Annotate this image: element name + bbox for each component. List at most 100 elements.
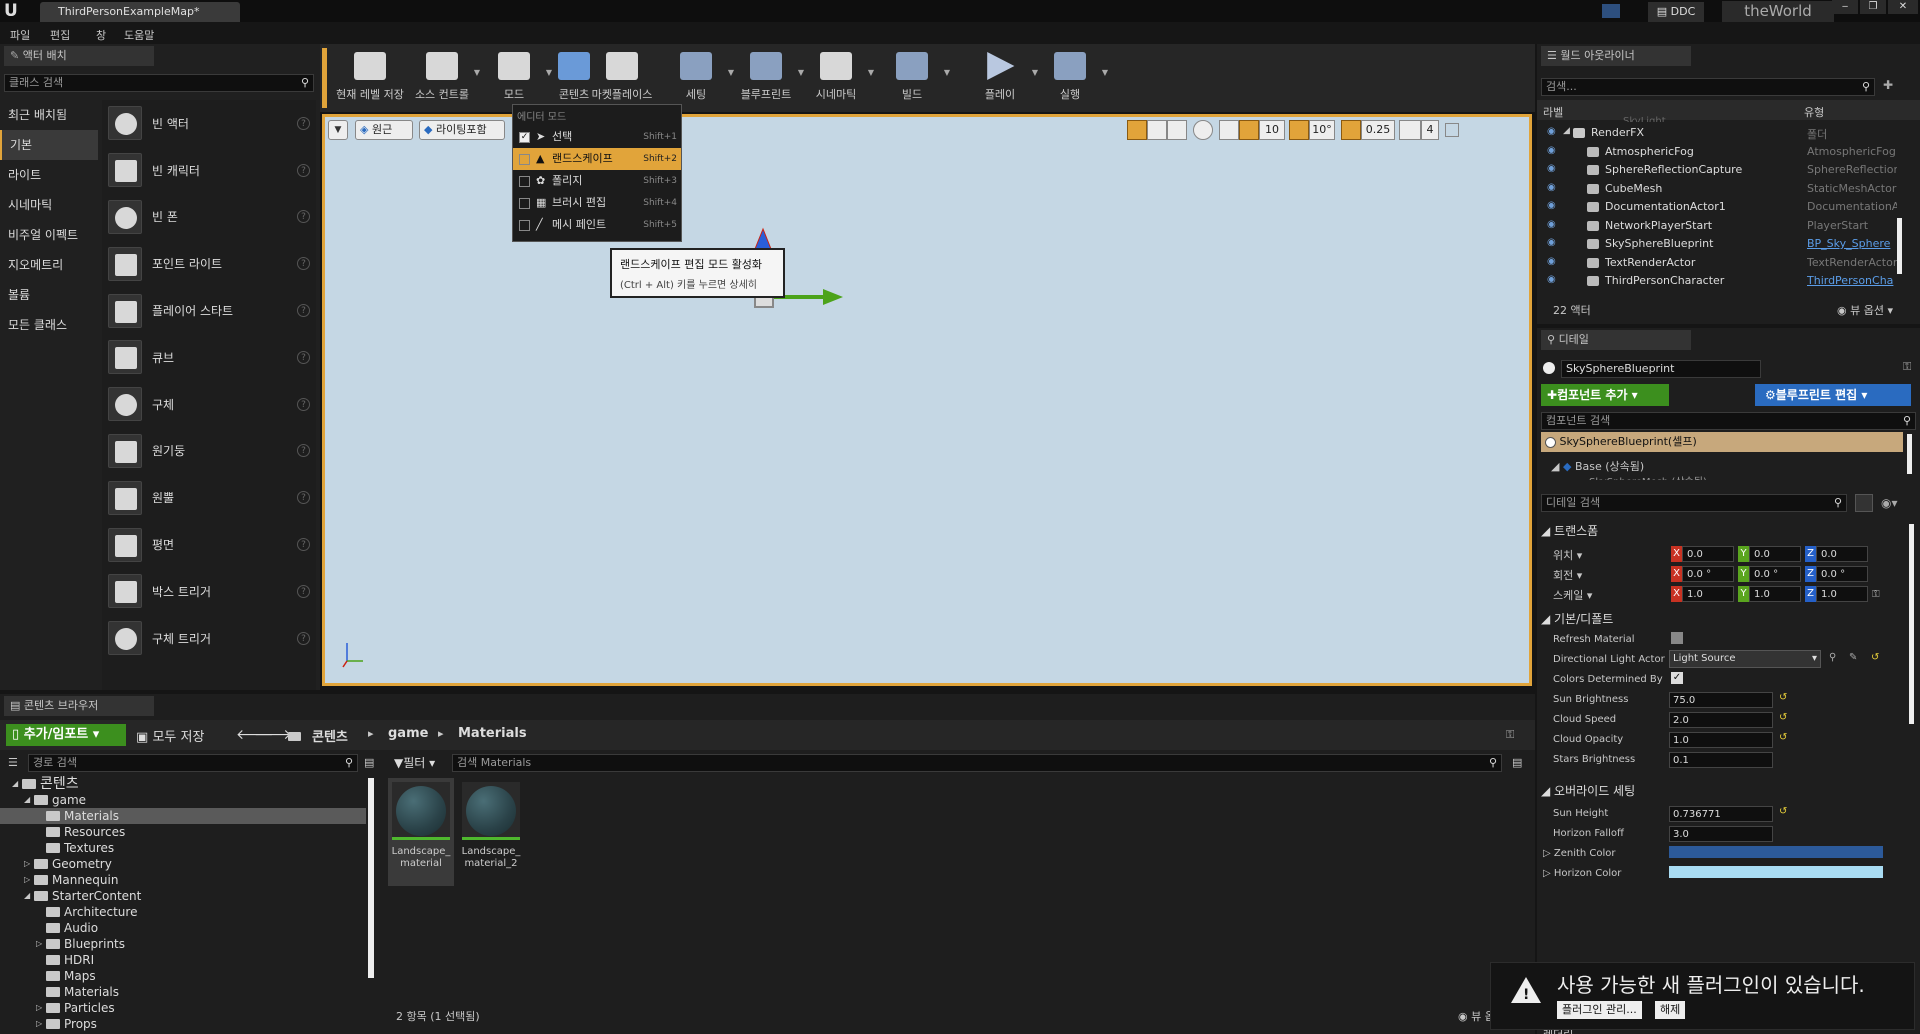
mode-checkbox[interactable] — [519, 197, 530, 209]
menu-help[interactable]: 도움말 — [124, 27, 154, 43]
actor-item[interactable]: 박스 트리거? — [102, 568, 316, 615]
location-z-field[interactable]: 0.0 — [1816, 546, 1868, 562]
outliner-view-options[interactable]: ◉ 뷰 옵션 ▾ — [1837, 302, 1893, 318]
folder-tree-item[interactable]: Textures — [0, 840, 366, 856]
scale-lock-icon[interactable]: ⚿ — [1872, 589, 1880, 600]
actor-name-field[interactable]: SkySphereBlueprint — [1561, 360, 1761, 378]
browse-icon[interactable]: ⚲ — [1829, 652, 1836, 663]
forward-arrow-icon[interactable]: 🡒 — [254, 726, 292, 743]
horizon-color-label[interactable]: ▷ Horizon Color — [1543, 868, 1621, 879]
world-space-icon[interactable] — [1193, 120, 1213, 140]
chevron-down-icon[interactable]: ▼ — [868, 68, 874, 77]
menu-file[interactable]: 파일 — [10, 27, 30, 43]
lit-button[interactable]: ◆ 라이팅포함 — [419, 120, 505, 140]
rotation-label[interactable]: 회전 ▾ — [1553, 567, 1582, 583]
component-scrollbar[interactable] — [1907, 434, 1912, 474]
chevron-down-icon[interactable]: ▼ — [474, 68, 480, 77]
dismiss-button[interactable]: 해제 — [1655, 1001, 1686, 1019]
reset-icon[interactable]: ↺ — [1779, 712, 1787, 723]
camera-speed-value[interactable]: 4 — [1421, 120, 1439, 140]
cinematics-button[interactable]: 시네마틱 ▼ — [804, 44, 874, 112]
breadcrumb-content[interactable]: 콘텐츠 — [312, 726, 348, 745]
scale-snap-value[interactable]: 0.25 — [1361, 120, 1395, 140]
rotate-tool-icon[interactable] — [1147, 120, 1167, 140]
reset-icon[interactable]: ↺ — [1871, 652, 1879, 663]
manage-plugins-button[interactable]: 플러그인 관리... — [1557, 1001, 1642, 1019]
component-base-row[interactable]: ◢ ◆ Base (상속됨) — [1551, 458, 1644, 474]
blueprints-button[interactable]: 블루프린트 ▼ — [734, 44, 804, 112]
actor-item[interactable]: 구체? — [102, 381, 316, 428]
expand-arrow-icon[interactable]: ▷ — [36, 936, 42, 952]
expand-arrow-icon[interactable]: ◢ — [24, 888, 30, 904]
help-icon[interactable]: ? — [297, 538, 310, 552]
chevron-down-icon[interactable]: ▼ — [1102, 68, 1108, 77]
rotation-z-field[interactable]: 0.0 ° — [1816, 566, 1868, 582]
expand-arrow-icon[interactable]: ▷ — [24, 872, 30, 888]
marketplace-button[interactable]: 마켓플레이스 — [590, 44, 654, 112]
build-button[interactable]: 빌드 ▼ — [880, 44, 950, 112]
reset-icon[interactable]: ↺ — [1779, 806, 1787, 817]
actor-category-item[interactable]: 최근 배치됨 — [0, 100, 98, 130]
outliner-row[interactable]: ◉ TextRenderActor TextRenderActor — [1537, 254, 1920, 273]
scale-x-field[interactable]: 1.0 — [1682, 586, 1734, 602]
menu-edit[interactable]: 편집 — [50, 27, 70, 43]
folder-tree-item[interactable]: HDRI — [0, 952, 366, 968]
path-search-input[interactable]: 경로 검색 ⚲ — [28, 754, 358, 772]
bookmark-icon[interactable] — [1602, 4, 1620, 18]
expand-arrow-icon[interactable]: ◢ — [12, 776, 18, 792]
outliner-row[interactable]: ◉ DocumentationActor1 DocumentationAc — [1537, 198, 1920, 217]
folder-tree-item[interactable]: ◢ StarterContent — [0, 888, 366, 904]
scale-y-field[interactable]: 1.0 — [1749, 586, 1801, 602]
help-icon[interactable]: ? — [297, 163, 310, 177]
mode-item[interactable]: ╱ 메시 페인트 Shift+5 — [513, 214, 681, 236]
asset-tile[interactable]: Landscape_ material — [388, 778, 454, 886]
help-icon[interactable]: ? — [297, 444, 310, 458]
location-y-field[interactable]: 0.0 — [1749, 546, 1801, 562]
horizon-falloff-field[interactable]: 3.0 — [1669, 826, 1773, 842]
outliner-row[interactable]: ◢ ◉ RenderFX 폴더 — [1537, 124, 1920, 143]
expand-arrow-icon[interactable]: ◢ — [1563, 126, 1570, 136]
source-control-button[interactable]: 소스 컨트롤 ▼ — [410, 44, 480, 112]
details-scrollbar[interactable] — [1909, 524, 1914, 724]
help-icon[interactable]: ? — [297, 257, 310, 271]
menu-window[interactable]: 창 — [96, 27, 106, 43]
help-icon[interactable]: ? — [297, 116, 310, 130]
actor-category-item[interactable]: 볼륨 — [0, 280, 98, 310]
help-icon[interactable]: ? — [297, 210, 310, 224]
location-x-field[interactable]: 0.0 — [1682, 546, 1734, 562]
mode-checkbox[interactable] — [519, 219, 530, 231]
breadcrumb-materials[interactable]: Materials — [458, 726, 527, 741]
asset-tile[interactable]: Landscape_ material_2 — [458, 778, 524, 886]
actor-category-item[interactable]: 시네마틱 — [0, 190, 98, 220]
visibility-eye-icon[interactable]: ◉ — [1547, 237, 1556, 248]
visibility-eye-icon[interactable]: ◉ — [1547, 219, 1556, 230]
outliner-row[interactable]: ◉ NetworkPlayerStart PlayerStart — [1537, 217, 1920, 236]
launch-button[interactable]: 실행 ▼ — [1038, 44, 1108, 112]
expand-arrow-icon[interactable]: ▷ — [36, 1000, 42, 1016]
breadcrumb-game[interactable]: game — [388, 726, 428, 741]
perspective-button[interactable]: ◈ 원근 — [355, 120, 413, 140]
outliner-row[interactable]: ◉ AtmosphericFog AtmosphericFog — [1537, 143, 1920, 162]
outliner-row[interactable]: ◉ SkySphereBlueprint BP_Sky_Sphere — [1537, 235, 1920, 254]
actor-placement-tab[interactable]: ✎ 액터 배치 — [4, 46, 154, 66]
outliner-add-icon[interactable]: ✚ — [1883, 78, 1899, 94]
level-tab[interactable]: ThirdPersonExampleMap* — [40, 2, 240, 22]
column-type-header[interactable]: 유형 — [1804, 104, 1824, 120]
modes-button[interactable]: 모드 ▼ — [482, 44, 552, 112]
folder-tree-item[interactable]: ◢ game — [0, 792, 366, 808]
actor-category-item[interactable]: 모든 클래스 — [0, 310, 98, 340]
grid-snap-value[interactable]: 10 — [1259, 120, 1285, 140]
actor-item[interactable]: 구체 트리거? — [102, 615, 316, 662]
cloud-speed-field[interactable]: 2.0 — [1669, 712, 1773, 728]
outliner-row-type[interactable]: ThirdPersonCha — [1807, 274, 1897, 287]
refresh-material-checkbox[interactable] — [1671, 632, 1683, 644]
folder-tree-item[interactable]: Architecture — [0, 904, 366, 920]
close-button[interactable]: ✕ — [1888, 0, 1918, 14]
maximize-viewport-icon[interactable] — [1445, 123, 1459, 137]
minimize-button[interactable]: ‒ — [1832, 0, 1858, 14]
component-search-input[interactable]: 컴포넌트 검색 ⚲ — [1541, 412, 1916, 430]
expand-arrow-icon[interactable]: ▷ — [36, 1016, 42, 1032]
actor-item[interactable]: 빈 폰? — [102, 194, 316, 241]
visibility-eye-icon[interactable]: ◉ — [1547, 182, 1556, 193]
light-source-dropdown[interactable]: Light Source ▾ — [1669, 650, 1821, 668]
